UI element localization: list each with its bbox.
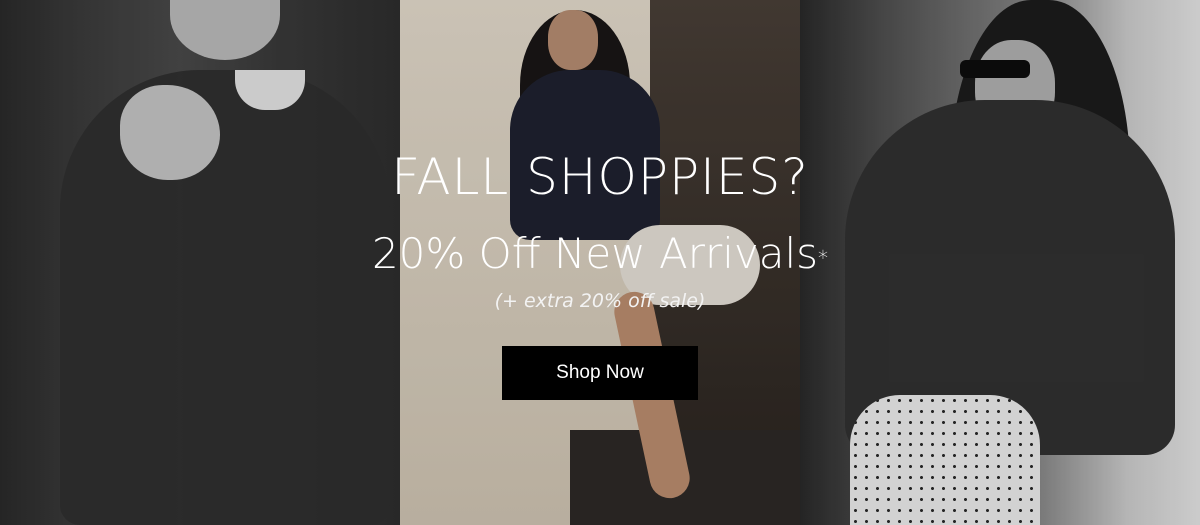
promo-subheadline: 20% Off New Arrivals*: [0, 228, 1200, 280]
promo-headline: FALL SHOPPIES?: [391, 148, 809, 206]
hero-banner: FALL SHOPPIES? 20% Off New Arrivals* (+ …: [0, 0, 1200, 525]
promo-note: (+ extra 20% off sale): [494, 290, 706, 312]
promo-content: FALL SHOPPIES? 20% Off New Arrivals* (+ …: [0, 0, 1200, 525]
asterisk-marker: *: [818, 246, 829, 270]
subheadline-text: 20% Off New Arrivals: [371, 229, 819, 278]
shop-now-button[interactable]: Shop Now: [502, 346, 698, 400]
